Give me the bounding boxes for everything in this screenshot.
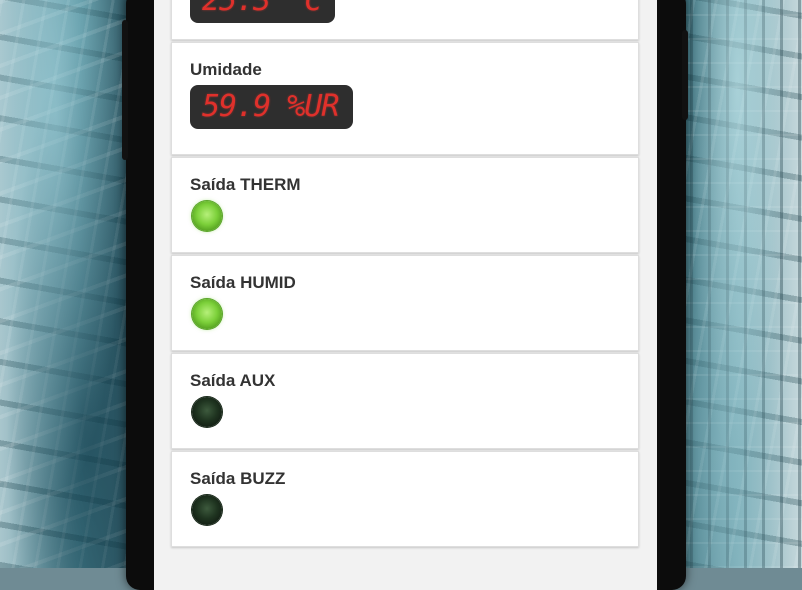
output-aux-card: Saída AUX bbox=[171, 353, 639, 449]
temperature-display: 25.3 °C bbox=[190, 0, 336, 23]
output-humid-card: Saída HUMID bbox=[171, 255, 639, 351]
output-humid-led-icon bbox=[192, 299, 222, 329]
sensor-list: 25.3 °C Umidade 59.9 %UR Saída THERM Saí… bbox=[171, 0, 639, 549]
temperature-card: 25.3 °C bbox=[171, 0, 639, 40]
humidity-label: Umidade bbox=[190, 60, 262, 79]
phone-side-button-right bbox=[682, 30, 688, 120]
humidity-display: 59.9 %UR bbox=[190, 85, 353, 129]
humidity-card: Umidade 59.9 %UR bbox=[171, 42, 639, 155]
output-buzz-card: Saída BUZZ bbox=[171, 451, 639, 547]
output-buzz-label: Saída BUZZ bbox=[190, 469, 286, 488]
output-buzz-led-icon bbox=[192, 495, 222, 525]
phone-screen: 25.3 °C Umidade 59.9 %UR Saída THERM Saí… bbox=[154, 0, 657, 590]
output-humid-label: Saída HUMID bbox=[190, 273, 296, 292]
output-therm-label: Saída THERM bbox=[190, 175, 301, 194]
output-aux-label: Saída AUX bbox=[190, 371, 276, 390]
output-therm-card: Saída THERM bbox=[171, 157, 639, 253]
output-aux-led-icon bbox=[192, 397, 222, 427]
phone-side-button-left bbox=[122, 20, 128, 160]
background-photo-right bbox=[672, 0, 802, 568]
background-photo-left bbox=[0, 0, 140, 568]
output-therm-led-icon bbox=[192, 201, 222, 231]
